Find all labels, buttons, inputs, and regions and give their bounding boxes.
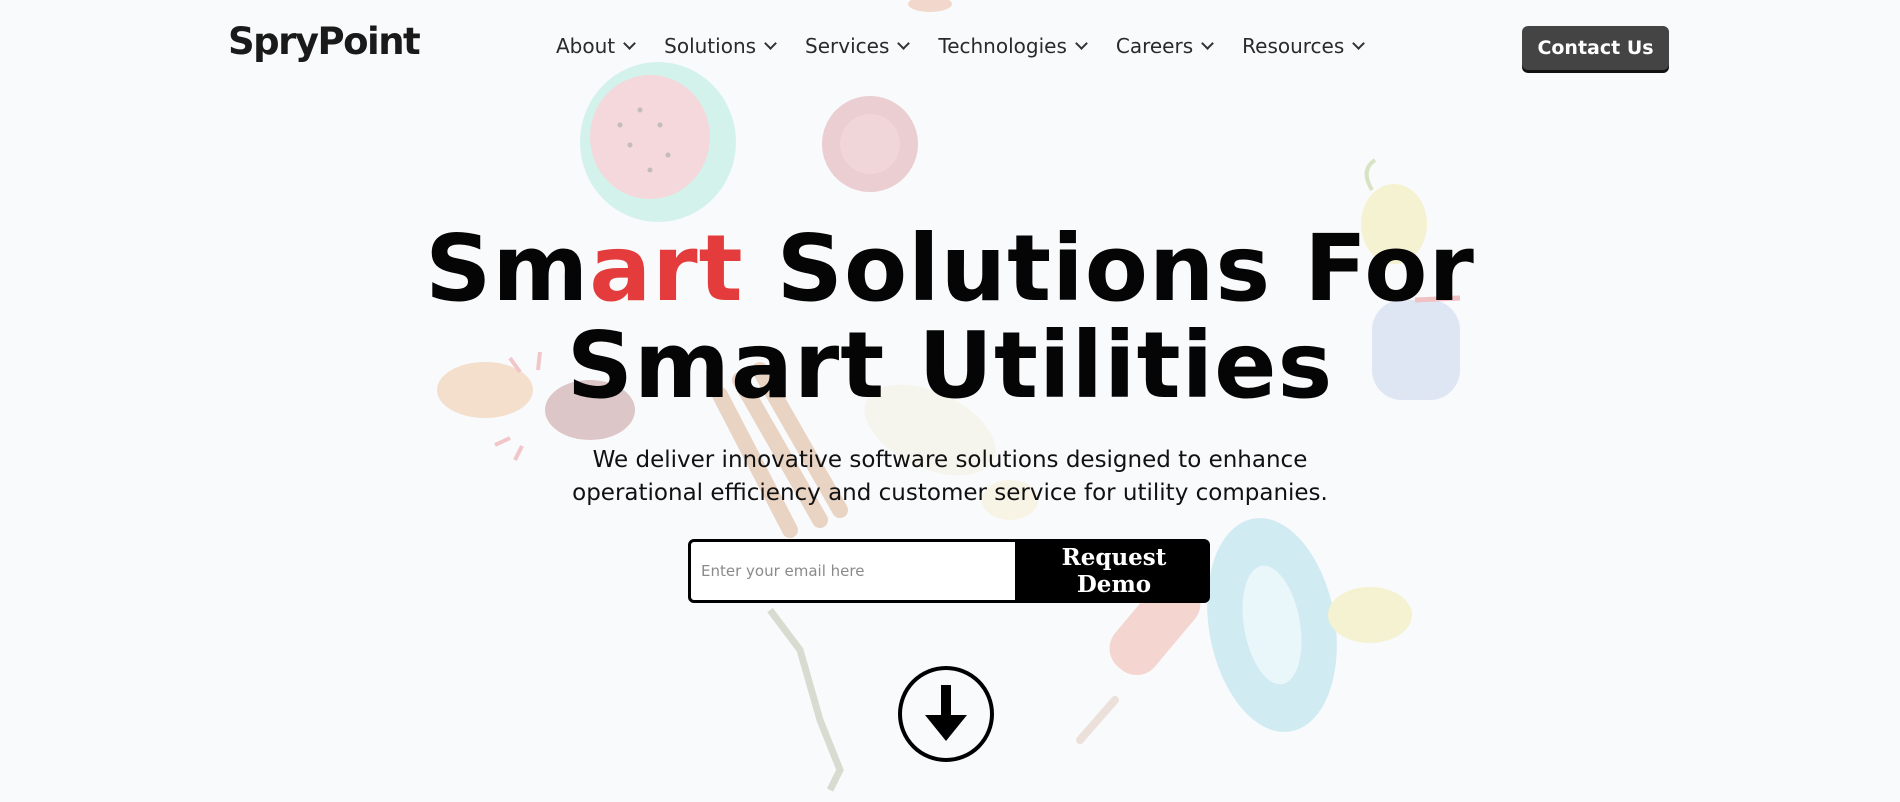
nav-item-solutions[interactable]: Solutions xyxy=(664,34,777,58)
logo-text-part1: Spry xyxy=(228,20,319,63)
spry-point-logo[interactable]: SpryPoint xyxy=(228,20,421,63)
headline-line2: Smart Utilities xyxy=(566,312,1334,419)
nav-label: Careers xyxy=(1115,34,1194,58)
chevron-down-icon xyxy=(1075,37,1088,50)
nav-label: About xyxy=(556,34,616,58)
chevron-down-icon xyxy=(897,37,911,50)
chevron-down-icon xyxy=(1352,37,1366,50)
chevron-down-icon xyxy=(764,37,777,50)
nav-item-resources[interactable]: Resources xyxy=(1242,34,1366,58)
headline-text: Sm xyxy=(425,215,590,322)
main-nav: About Solutions Services Technologies Ca… xyxy=(556,34,1393,58)
hero-subtext: We deliver innovative software solutions… xyxy=(0,444,1900,510)
email-input[interactable] xyxy=(688,539,1018,603)
nav-item-about[interactable]: About xyxy=(556,34,637,58)
demo-request-form: Request Demo xyxy=(688,539,1210,603)
scroll-down-button[interactable] xyxy=(898,666,994,762)
site-header: SpryPoint About Solutions Services Techn… xyxy=(0,0,1900,96)
nav-item-services[interactable]: Services xyxy=(805,34,911,58)
headline-accent-text: art xyxy=(589,215,744,322)
chevron-down-icon xyxy=(623,37,637,50)
nav-item-technologies[interactable]: Technologies xyxy=(938,34,1088,58)
headline-text: Solutions For xyxy=(743,215,1475,322)
hero-headline: Smart Solutions For Smart Utilities xyxy=(0,220,1900,414)
nav-label: Technologies xyxy=(938,34,1067,58)
chevron-down-icon xyxy=(1201,37,1215,50)
arrow-down-icon xyxy=(925,685,967,741)
logo-text-part2: Point xyxy=(317,20,421,63)
nav-label: Solutions xyxy=(664,34,757,58)
contact-us-button[interactable]: Contact Us xyxy=(1522,26,1669,70)
nav-label: Services xyxy=(805,34,890,58)
subtext-line1: We deliver innovative software solutions… xyxy=(592,447,1308,473)
nav-item-careers[interactable]: Careers xyxy=(1115,34,1215,58)
subtext-line2: operational efficiency and customer serv… xyxy=(572,480,1328,506)
nav-label: Resources xyxy=(1242,34,1345,58)
request-demo-button[interactable]: Request Demo xyxy=(1018,539,1210,603)
